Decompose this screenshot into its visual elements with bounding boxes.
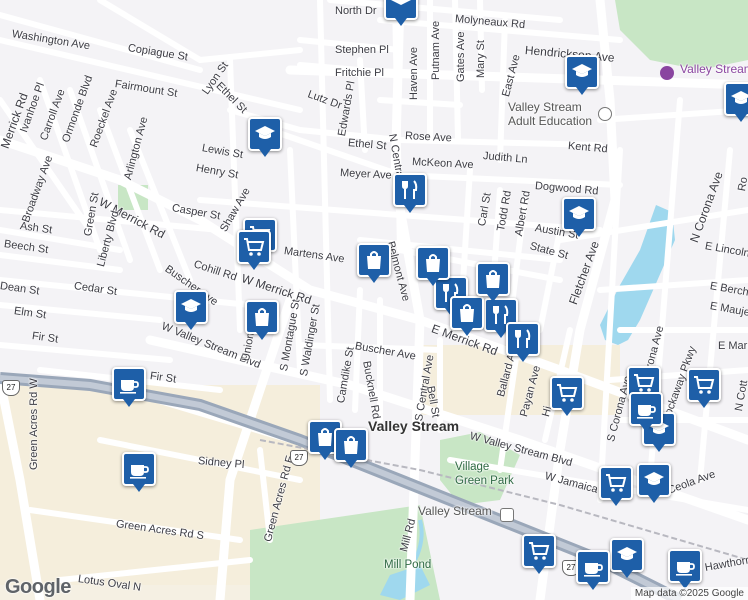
street-label: Fritchie Pl: [335, 67, 384, 79]
shopping-pin[interactable]: [357, 243, 391, 283]
school-pin[interactable]: [174, 290, 208, 330]
street-label: Ro: [736, 176, 748, 193]
shopping-bag-icon: [367, 251, 381, 269]
grocery-pin[interactable]: [522, 534, 556, 574]
map-attribution[interactable]: Map data ©2025 Google: [630, 587, 748, 600]
grocery-pin[interactable]: [237, 230, 271, 270]
shopping-bag-icon: [255, 308, 269, 326]
street-label: North Dr: [335, 5, 377, 17]
coffee-cup-icon: [120, 380, 139, 394]
street-label: E Marks: [718, 340, 748, 352]
street-label: Mary St: [475, 40, 487, 78]
shopping-pin[interactable]: [450, 296, 484, 336]
graduation-cap-icon: [391, 0, 411, 5]
graduation-cap-icon: [569, 206, 589, 219]
coffee-cup-icon: [130, 465, 149, 479]
street-label: Haven Ave: [408, 46, 420, 100]
landmark-icon: [660, 66, 674, 80]
street-label: Stephen Pl: [335, 44, 389, 56]
shopping-bag-icon: [486, 270, 500, 288]
shopping-pin[interactable]: [416, 246, 450, 286]
school-pin[interactable]: [724, 82, 748, 122]
school-pin[interactable]: [637, 463, 671, 503]
shopping-cart-icon: [557, 384, 578, 402]
place-label-historical-society[interactable]: Valley Stream Historical: [680, 63, 748, 75]
school-pin[interactable]: [384, 0, 418, 26]
graduation-cap-icon: [731, 91, 748, 104]
shopping-pin[interactable]: [245, 300, 279, 340]
route-27-shield: 27: [290, 450, 308, 466]
graduation-cap-icon: [572, 64, 592, 77]
graduation-cap-icon: [644, 472, 664, 485]
coffee-cup-icon: [676, 562, 695, 576]
google-logo: Google: [5, 576, 71, 598]
fork-knife-icon: [515, 329, 531, 348]
shopping-cart-icon: [529, 542, 550, 560]
street-label: Gates Ave: [455, 31, 467, 82]
shopping-cart-icon: [606, 474, 627, 492]
cafe-pin[interactable]: [668, 549, 702, 589]
cafe-pin[interactable]: [629, 392, 663, 432]
school-pin[interactable]: [610, 538, 644, 578]
coffee-cup-icon: [584, 563, 603, 577]
education-icon: [598, 107, 612, 121]
coffee-cup-icon: [637, 405, 656, 419]
street-label: Putnam Ave: [430, 20, 442, 80]
grocery-pin[interactable]: [687, 368, 721, 408]
cafe-pin[interactable]: [112, 367, 146, 407]
shopping-cart-icon: [244, 238, 265, 256]
grocery-pin[interactable]: [550, 376, 584, 416]
school-pin[interactable]: [248, 117, 282, 157]
school-pin[interactable]: [565, 55, 599, 95]
train-icon: [500, 508, 514, 522]
map-canvas[interactable]: North Dr Molyneaux Rd Washington Ave Cop…: [0, 0, 748, 600]
graduation-cap-icon: [181, 299, 201, 312]
shopping-bag-icon: [460, 304, 474, 322]
cafe-pin[interactable]: [122, 452, 156, 492]
route-27-shield: 27: [2, 380, 20, 396]
school-pin[interactable]: [562, 197, 596, 237]
street-label: Green Acres Rd W: [28, 378, 40, 470]
place-label-mill-pond[interactable]: Mill Pond: [384, 559, 431, 571]
shopping-pin[interactable]: [334, 428, 368, 468]
place-label-valley-stream[interactable]: Valley Stream: [368, 419, 459, 433]
shopping-bag-icon: [344, 436, 358, 454]
place-label-adult-education[interactable]: Valley Stream Adult Education: [508, 100, 598, 128]
restaurant-pin[interactable]: [506, 322, 540, 362]
shopping-pin[interactable]: [476, 262, 510, 302]
street-label: Rose Ave: [404, 130, 453, 145]
grocery-pin[interactable]: [599, 466, 633, 506]
cafe-pin[interactable]: [576, 550, 610, 590]
shopping-cart-icon: [694, 376, 715, 394]
fork-knife-icon: [402, 180, 418, 199]
place-label-village-green-park[interactable]: Village Green Park: [455, 460, 515, 488]
place-label-station[interactable]: Valley Stream: [418, 505, 492, 517]
graduation-cap-icon: [617, 547, 637, 560]
shopping-bag-icon: [426, 254, 440, 272]
graduation-cap-icon: [255, 126, 275, 139]
restaurant-pin[interactable]: [393, 173, 427, 213]
